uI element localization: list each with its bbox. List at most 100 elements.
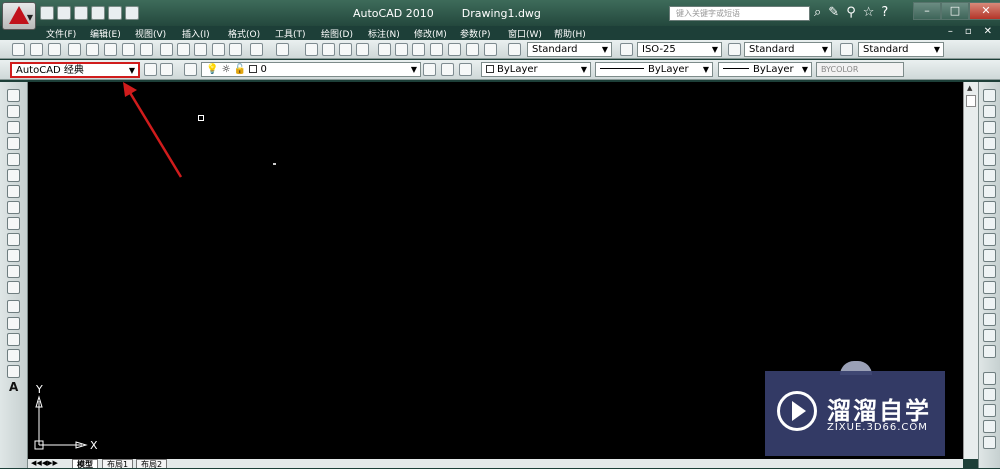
menu-dimension[interactable]: 标注(N) — [368, 27, 400, 40]
erase-icon[interactable] — [983, 89, 996, 102]
scroll-thumb[interactable] — [966, 95, 976, 107]
tab-layout2[interactable]: 布局2 — [136, 459, 168, 469]
calculator-icon[interactable] — [466, 43, 479, 56]
stretch-icon[interactable] — [983, 217, 996, 230]
menu-edit[interactable]: 编辑(E) — [90, 27, 121, 40]
copy-object-icon[interactable] — [983, 105, 996, 118]
subscription-icon[interactable]: ✎ — [828, 5, 839, 21]
array-icon[interactable] — [983, 153, 996, 166]
plot-icon[interactable] — [125, 6, 139, 20]
maximize-button[interactable]: □ — [941, 2, 969, 20]
point-icon[interactable] — [7, 300, 20, 313]
etransmit-icon[interactable] — [140, 43, 153, 56]
redo-icon[interactable] — [108, 6, 122, 20]
minimize-button[interactable]: – — [913, 2, 941, 20]
paste-icon[interactable] — [194, 43, 207, 56]
arc-icon[interactable] — [7, 169, 20, 182]
multiline-text-icon[interactable]: A — [9, 380, 18, 394]
close-button[interactable]: ✕ — [969, 2, 1000, 20]
print-icon[interactable] — [68, 43, 81, 56]
menu-file[interactable]: 文件(F) — [46, 27, 76, 40]
bring-above-icon[interactable] — [983, 420, 996, 433]
redo-arrow-icon[interactable] — [276, 43, 289, 56]
doc-restore-button[interactable]: ▫ — [965, 26, 972, 37]
tab-layout1[interactable]: 布局1 — [102, 459, 134, 469]
undo-arrow-icon[interactable] — [250, 43, 263, 56]
menu-help[interactable]: 帮助(H) — [554, 27, 586, 40]
workspace-dropdown[interactable]: AutoCAD 经典 ▼ — [10, 62, 140, 78]
save-icon[interactable] — [74, 6, 88, 20]
favorites-star-icon[interactable]: ☆ — [863, 5, 875, 21]
plot-preview-icon[interactable] — [86, 43, 99, 56]
zoom-realtime-icon[interactable] — [322, 43, 335, 56]
insert-block-icon[interactable] — [7, 265, 20, 278]
color-dropdown[interactable]: ByLayer ▼ — [481, 62, 591, 77]
markup-icon[interactable] — [448, 43, 461, 56]
trim-icon[interactable] — [983, 233, 996, 246]
ellipse-icon[interactable] — [7, 233, 20, 246]
publish-icon[interactable] — [104, 43, 117, 56]
menu-format[interactable]: 格式(O) — [228, 27, 260, 40]
revision-cloud-icon[interactable] — [7, 201, 20, 214]
polyline-icon[interactable] — [7, 121, 20, 134]
3d-dwf-icon[interactable] — [122, 43, 135, 56]
fillet-icon[interactable] — [983, 329, 996, 342]
doc-close-button[interactable]: ✕ — [984, 26, 992, 37]
zoom-window-icon[interactable] — [339, 43, 352, 56]
lineweight-dropdown[interactable]: ByLayer ▼ — [718, 62, 812, 77]
layer-properties-icon[interactable] — [184, 63, 197, 76]
zoom-previous-icon[interactable] — [356, 43, 369, 56]
explode-icon[interactable] — [983, 345, 996, 358]
bring-to-front-icon[interactable] — [983, 388, 996, 401]
offset-icon[interactable] — [983, 137, 996, 150]
menu-view[interactable]: 视图(V) — [135, 27, 166, 40]
extend-icon[interactable] — [983, 249, 996, 262]
rotate-icon[interactable] — [983, 185, 996, 198]
menu-parametric[interactable]: 参数(P) — [460, 27, 490, 40]
layer-previous-icon[interactable] — [441, 63, 454, 76]
application-menu-button[interactable]: ▼ — [2, 2, 36, 30]
region-icon[interactable] — [7, 349, 20, 362]
break-icon[interactable] — [983, 281, 996, 294]
move-icon[interactable] — [983, 169, 996, 182]
multileader-style-dropdown[interactable]: Standard ▼ — [858, 42, 944, 57]
binoculars-icon[interactable]: ⌕ — [814, 5, 821, 21]
line-icon[interactable] — [7, 89, 20, 102]
scale-icon[interactable] — [983, 201, 996, 214]
sheet-set-icon[interactable] — [430, 43, 443, 56]
block-editor-icon[interactable] — [229, 43, 242, 56]
make-current-layer-icon[interactable] — [423, 63, 436, 76]
undo-icon[interactable] — [91, 6, 105, 20]
qnew-icon[interactable] — [12, 43, 25, 56]
dim-style-icon[interactable] — [620, 43, 633, 56]
mirror-icon[interactable] — [983, 121, 996, 134]
design-center-icon[interactable] — [395, 43, 408, 56]
layer-dropdown[interactable]: 💡 ☼ 🔓 0 ▼ — [201, 62, 421, 77]
communication-center-icon[interactable]: ⚲ — [846, 5, 856, 21]
plotstyle-dropdown[interactable]: BYCOLOR — [816, 62, 904, 77]
search-input[interactable]: 键入关键字或短语 — [669, 6, 810, 21]
workspace-settings-icon[interactable] — [144, 63, 157, 76]
table-icon[interactable] — [7, 365, 20, 378]
customize-icon[interactable] — [160, 63, 173, 76]
polygon-icon[interactable] — [7, 137, 20, 150]
send-under-icon[interactable] — [983, 436, 996, 449]
new-icon[interactable] — [40, 6, 54, 20]
text-style-dropdown[interactable]: Standard ▼ — [527, 42, 612, 57]
help-icon[interactable]: ? — [881, 5, 888, 21]
scroll-up-icon[interactable]: ▲ — [967, 84, 972, 92]
linetype-dropdown[interactable]: ByLayer ▼ — [595, 62, 713, 77]
rectangle-icon[interactable] — [7, 153, 20, 166]
open-file-icon[interactable] — [30, 43, 43, 56]
help-book-icon[interactable] — [484, 43, 497, 56]
tool-palettes-icon[interactable] — [412, 43, 425, 56]
tab-model[interactable]: 模型 — [72, 459, 98, 469]
menu-modify[interactable]: 修改(M) — [414, 27, 447, 40]
vertical-scrollbar[interactable]: ▲ — [963, 82, 978, 459]
construction-line-icon[interactable] — [7, 105, 20, 118]
doc-minimize-button[interactable]: – — [948, 26, 953, 37]
table-style-dropdown[interactable]: Standard ▼ — [744, 42, 832, 57]
draw-order-icon[interactable] — [983, 372, 996, 385]
pan-icon[interactable] — [305, 43, 318, 56]
layer-states-icon[interactable] — [459, 63, 472, 76]
